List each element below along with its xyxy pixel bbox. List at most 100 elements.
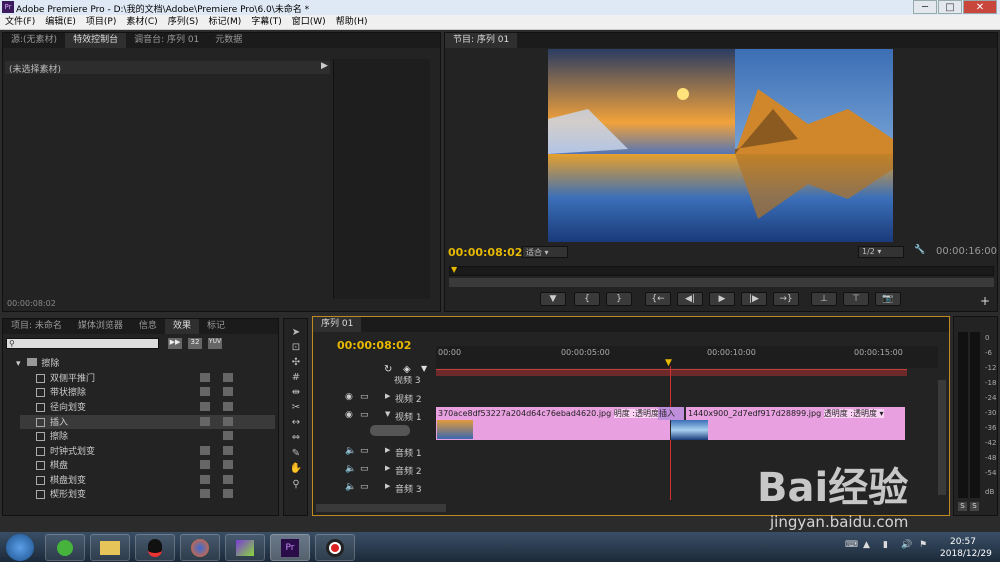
sequence-marker-icon[interactable]: ▼ [421, 364, 427, 373]
effect-item[interactable]: 棋盘划变 [20, 473, 275, 487]
ripple-edit-tool-icon[interactable]: ✣ [287, 356, 305, 369]
lock-icon[interactable]: ▭ [360, 482, 369, 492]
tray-expand-icon[interactable]: ▲ [863, 540, 870, 550]
tab-audio-mixer[interactable]: 调音台: 序列 01 [126, 33, 207, 48]
keyframe-nav[interactable] [370, 425, 410, 436]
effect-item-selected[interactable]: 插入 [20, 415, 275, 429]
taskbar-firefox-icon[interactable] [180, 534, 220, 561]
tab-media-browser[interactable]: 媒体浏览器 [70, 319, 131, 334]
tray-flag-icon[interactable]: ⚑ [919, 540, 927, 550]
tray-speaker-icon[interactable]: 🔊 [901, 540, 912, 550]
32bit-filter-icon[interactable]: 32 [188, 338, 202, 349]
accelerated-filter-icon[interactable]: ▶▶ [168, 338, 182, 349]
tab-markers[interactable]: 标记 [199, 319, 233, 334]
slip-tool-icon[interactable]: ↔ [287, 416, 305, 429]
expand-icon[interactable]: ▶ [385, 482, 390, 490]
zoom-tool-icon[interactable]: ⚲ [287, 478, 305, 491]
menu-project[interactable]: 项目(P) [81, 15, 121, 30]
go-to-in-button[interactable]: {← [645, 292, 671, 306]
work-area-bar[interactable] [436, 369, 907, 376]
taskbar-camtasia-icon[interactable] [225, 534, 265, 561]
fit-dropdown[interactable]: 适合 ▾ [522, 246, 568, 258]
menu-title[interactable]: 字幕(T) [246, 15, 287, 30]
play-triangle-icon[interactable]: ▶ [321, 61, 328, 71]
start-button-icon[interactable] [6, 534, 34, 561]
close-button[interactable]: ✕ [963, 0, 997, 14]
timeline-zoom-scrollbar[interactable] [316, 504, 446, 512]
effect-item[interactable]: 棋盘 [20, 458, 275, 472]
expand-icon[interactable]: ▶ [385, 446, 390, 454]
eye-icon[interactable]: ◉ [345, 392, 353, 402]
tray-keyboard-icon[interactable]: ⌨ [845, 540, 858, 550]
taskbar-explorer-icon[interactable] [90, 534, 130, 561]
effect-item[interactable]: 擦除 [20, 429, 275, 443]
solo-left-button[interactable]: S [958, 502, 967, 511]
transition-clip[interactable]: 插入 [658, 407, 684, 420]
mark-in-button[interactable]: { [574, 292, 600, 306]
wrench-icon[interactable]: 🔧 [914, 245, 925, 255]
eye-icon[interactable]: ◉ [345, 410, 353, 420]
taskbar-360-icon[interactable] [45, 534, 85, 561]
track-select-tool-icon[interactable]: ⊡ [287, 341, 305, 354]
tray-network-icon[interactable]: ▮ [883, 540, 888, 550]
resolution-dropdown[interactable]: 1/2 ▾ [858, 246, 904, 258]
menu-marker[interactable]: 标记(M) [203, 15, 246, 30]
lift-button[interactable]: ⊥ [811, 292, 837, 306]
step-back-button[interactable]: ◀| [677, 292, 703, 306]
speaker-icon[interactable]: 🔈 [345, 464, 356, 474]
menu-sequence[interactable]: 序列(S) [163, 15, 204, 30]
set-marker-icon[interactable]: ◈ [403, 364, 411, 375]
taskbar-premiere-icon[interactable]: Pr [270, 534, 310, 561]
menu-edit[interactable]: 编辑(E) [40, 15, 81, 30]
clock-date[interactable]: 2018/12/29 [940, 549, 992, 559]
tab-effect-controls[interactable]: 特效控制台 [65, 33, 127, 48]
menu-help[interactable]: 帮助(H) [331, 15, 373, 30]
tab-sequence[interactable]: 序列 01 [313, 317, 362, 332]
collapse-icon[interactable]: ▼ [385, 410, 390, 418]
tab-project[interactable]: 项目: 未命名 [3, 319, 70, 334]
pen-tool-icon[interactable]: ✎ [287, 447, 305, 460]
go-to-out-button[interactable]: →} [773, 292, 799, 306]
tab-source[interactable]: 源:(无素材) [3, 33, 65, 48]
clip-2[interactable]: 1440x900_2d7edf917d28899.jpg 透明度 :透明度 ▾ [686, 407, 905, 440]
tab-program[interactable]: 节目: 序列 01 [445, 33, 518, 48]
speaker-icon[interactable]: 🔈 [345, 482, 356, 492]
clip-2-opacity[interactable]: 透明度 :透明度 ▾ [823, 409, 884, 418]
program-scrubber[interactable] [449, 266, 994, 276]
clip-1[interactable]: 370ace8df53227a204d64c76ebad4620.jpg 明度 … [436, 407, 670, 440]
lock-icon[interactable]: ▭ [360, 410, 369, 420]
maximize-button[interactable]: □ [938, 0, 962, 14]
taskbar-record-icon[interactable] [315, 534, 355, 561]
effect-item[interactable]: 带状擦除 [20, 385, 275, 399]
lock-icon[interactable]: ▭ [360, 446, 369, 456]
step-forward-button[interactable]: |▶ [741, 292, 767, 306]
razor-tool-icon[interactable]: ✂ [287, 401, 305, 414]
lock-icon[interactable]: ▭ [360, 392, 369, 402]
playhead-marker-icon[interactable]: ▼ [451, 265, 457, 274]
add-marker-button[interactable]: ▼ [540, 292, 566, 306]
speaker-icon[interactable]: 🔈 [345, 446, 356, 456]
solo-right-button[interactable]: S [970, 502, 979, 511]
slide-tool-icon[interactable]: ⇔ [287, 431, 305, 444]
yuv-filter-icon[interactable]: YUV [208, 338, 222, 349]
effect-item[interactable]: 双侧平推门 [20, 371, 275, 385]
play-button[interactable]: ▶ [709, 292, 735, 306]
expand-icon[interactable]: ▶ [385, 392, 390, 400]
wipe-folder[interactable]: ▾ 擦除 [16, 356, 271, 369]
expand-icon[interactable]: ▶ [385, 464, 390, 472]
taskbar-qq-icon[interactable] [135, 534, 175, 561]
mark-out-button[interactable]: } [606, 292, 632, 306]
effect-item[interactable]: 楔形划变 [20, 487, 275, 501]
snap-icon[interactable]: ↻ [384, 364, 392, 375]
rate-stretch-tool-icon[interactable]: ⇹ [287, 386, 305, 399]
effects-search-input[interactable]: ⚲ [6, 338, 159, 349]
timeline-vertical-scrollbar[interactable] [938, 380, 946, 495]
rolling-edit-tool-icon[interactable]: # [287, 371, 305, 384]
menu-file[interactable]: 文件(F) [0, 15, 40, 30]
menu-clip[interactable]: 素材(C) [121, 15, 162, 30]
add-button-icon[interactable]: + [980, 294, 990, 308]
export-frame-button[interactable]: 📷 [875, 292, 901, 306]
selection-tool-icon[interactable]: ➤ [287, 326, 305, 339]
effect-item[interactable]: 时钟式划变 [20, 444, 275, 458]
minimize-button[interactable]: ─ [913, 0, 937, 14]
